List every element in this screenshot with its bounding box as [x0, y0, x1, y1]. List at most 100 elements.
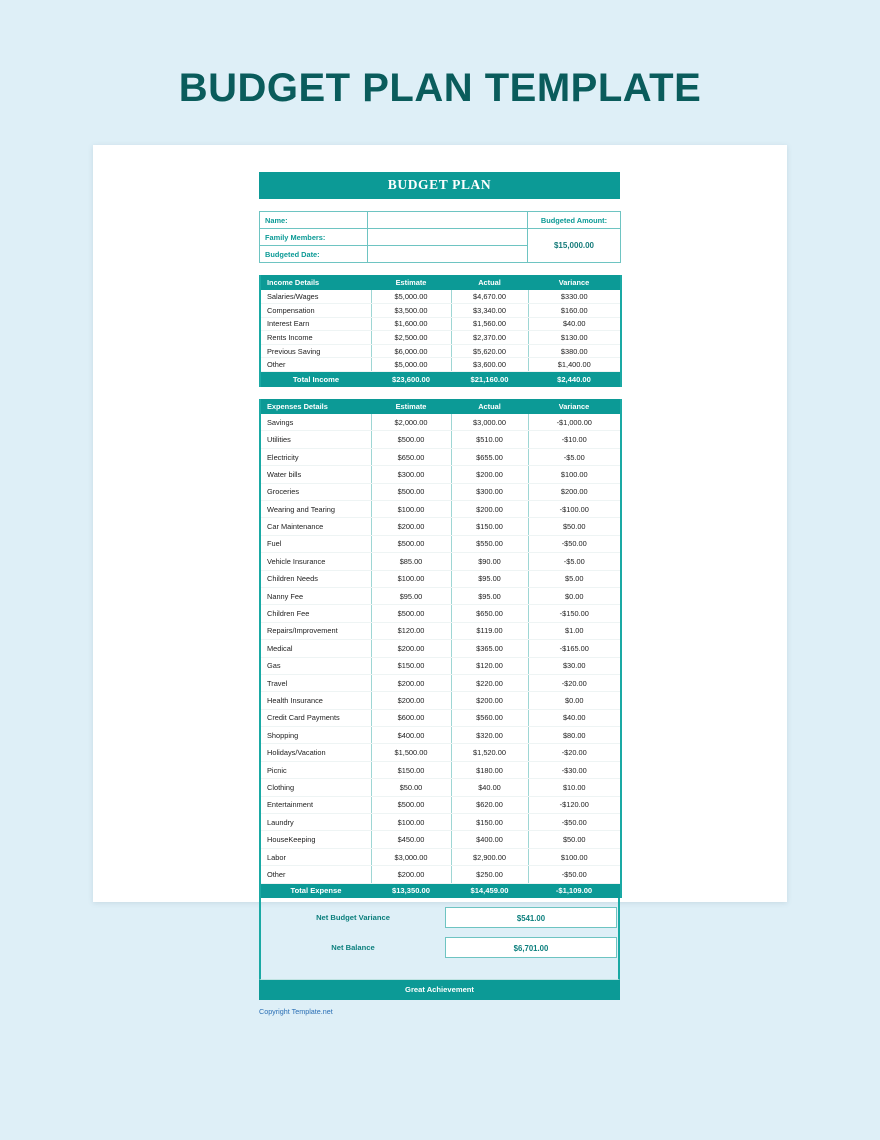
table-row: Labor $3,000.00 $2,900.00 $100.00 [260, 848, 621, 867]
income-rows: Salaries/Wages $5,000.00 $4,670.00 $330.00 C… [260, 290, 621, 373]
expense-cell-label: Groceries [260, 483, 372, 502]
expense-cell-label: Children Fee [260, 604, 372, 623]
info-row-family: Family Members: $15,000.00 [259, 228, 621, 263]
expense-cell-actual: $220.00 [451, 674, 529, 693]
expense-cell-variance: -$1,000.00 [528, 413, 621, 432]
income-total-estimate: $23,600.00 [371, 371, 451, 387]
expense-cell-variance: $100.00 [528, 848, 621, 867]
expense-cell-actual: $320.00 [451, 726, 529, 745]
expense-cell-label: Car Maintenance [260, 517, 372, 536]
expense-cell-label: Other [260, 865, 372, 884]
expense-cell-actual: $119.00 [451, 622, 529, 641]
income-cell-label: Previous Saving [260, 344, 372, 359]
net-balance-label: Net Balance [331, 943, 375, 953]
income-cell-estimate: $5,000.00 [371, 357, 452, 373]
expense-cell-variance: $40.00 [528, 709, 621, 728]
expense-cell-actual: $550.00 [451, 535, 529, 554]
expenses-header-row: Expenses Details Estimate Actual Varianc… [260, 398, 621, 414]
expense-cell-variance: $1.00 [528, 622, 621, 641]
expense-cell-label: Vehicle Insurance [260, 552, 372, 571]
income-cell-variance: $1,400.00 [528, 357, 621, 373]
net-variance-row: Net Budget Variance $541.00 [261, 907, 618, 929]
family-members-input[interactable] [367, 228, 528, 246]
expense-cell-actual: $120.00 [451, 657, 529, 675]
budgeted-amount-value[interactable]: $15,000.00 [527, 228, 621, 263]
expense-cell-actual: $40.00 [451, 778, 529, 797]
income-cell-actual: $3,600.00 [451, 357, 529, 373]
income-cell-label: Salaries/Wages [260, 290, 372, 305]
spacer-after-income [259, 387, 620, 399]
table-row: Utilities $500.00 $510.00 -$10.00 [260, 430, 621, 449]
expense-cell-estimate: $500.00 [371, 604, 452, 623]
expense-cell-variance: -$50.00 [528, 813, 621, 832]
income-cell-label: Rents Income [260, 330, 372, 345]
table-row: Salaries/Wages $5,000.00 $4,670.00 $330.00 [260, 290, 621, 305]
expense-cell-variance: -$20.00 [528, 743, 621, 762]
expenses-rows: Savings $2,000.00 $3,000.00 -$1,000.00 Utili… [260, 413, 621, 884]
expense-cell-estimate: $3,000.00 [371, 848, 452, 867]
expense-cell-label: Gas [260, 657, 372, 675]
expenses-total-estimate: $13,350.00 [371, 883, 451, 899]
expenses-total-label: Total Expense [260, 883, 371, 899]
expense-cell-estimate: $400.00 [371, 726, 452, 745]
table-row: Compensation $3,500.00 $3,340.00 $160.00 [260, 303, 621, 318]
expense-cell-estimate: $200.00 [371, 639, 452, 658]
table-row: Interest Earn $1,600.00 $1,560.00 $40.00 [260, 317, 621, 332]
expense-cell-label: Picnic [260, 761, 372, 780]
expense-cell-estimate: $500.00 [371, 535, 452, 554]
budgeted-amount-label: Budgeted Amount: [527, 211, 621, 229]
expense-cell-actual: $200.00 [451, 465, 529, 484]
expense-cell-estimate: $500.00 [371, 483, 452, 502]
expense-cell-actual: $655.00 [451, 448, 529, 467]
expense-cell-variance: -$50.00 [528, 535, 621, 554]
sheet-title: BUDGET PLAN [259, 172, 620, 199]
expense-cell-estimate: $95.00 [371, 587, 452, 606]
expense-cell-variance: $0.00 [528, 691, 621, 710]
expense-cell-estimate: $200.00 [371, 674, 452, 693]
table-row: Groceries $500.00 $300.00 $200.00 [260, 483, 621, 502]
expense-cell-estimate: $2,000.00 [371, 413, 452, 432]
expense-cell-estimate: $1,500.00 [371, 743, 452, 762]
expense-cell-variance: -$165.00 [528, 639, 621, 658]
copyright-link[interactable]: Copyright Template.net [259, 1007, 620, 1016]
expense-cell-estimate: $200.00 [371, 517, 452, 536]
expense-cell-variance: -$10.00 [528, 430, 621, 449]
expense-cell-estimate: $300.00 [371, 465, 452, 484]
family-members-label: Family Members: [259, 228, 368, 246]
expense-cell-label: Electricity [260, 448, 372, 467]
expenses-total-row: Total Expense $13,350.00 $14,459.00 -$1,… [260, 883, 621, 899]
expense-cell-actual: $650.00 [451, 604, 529, 623]
table-row: Picnic $150.00 $180.00 -$30.00 [260, 761, 621, 780]
net-variance-value[interactable]: $541.00 [445, 907, 617, 929]
expense-cell-label: Laundry [260, 813, 372, 832]
budgeted-date-label: Budgeted Date: [259, 245, 368, 263]
table-row: Credit Card Payments $600.00 $560.00 $40.00 [260, 709, 621, 728]
expense-cell-actual: $400.00 [451, 830, 529, 849]
net-variance-label: Net Budget Variance [316, 913, 390, 923]
expense-cell-actual: $2,900.00 [451, 848, 529, 867]
table-row: Entertainment $500.00 $620.00 -$120.00 [260, 796, 621, 815]
name-input[interactable] [367, 211, 528, 229]
income-header-row: Income Details Estimate Actual Variance [260, 275, 621, 290]
expense-cell-actual: $300.00 [451, 483, 529, 502]
expense-cell-estimate: $650.00 [371, 448, 452, 467]
name-label: Name: [259, 211, 368, 229]
info-row-name: Name: Budgeted Amount: [259, 211, 621, 229]
page-title: BUDGET PLAN TEMPLATE [178, 66, 702, 110]
expense-cell-actual: $510.00 [451, 430, 529, 449]
budgeted-date-input[interactable] [367, 245, 528, 263]
table-row: Vehicle Insurance $85.00 $90.00 -$5.00 [260, 552, 621, 571]
table-row: Car Maintenance $200.00 $150.00 $50.00 [260, 517, 621, 536]
income-cell-label: Interest Earn [260, 317, 372, 332]
income-cell-actual: $3,340.00 [451, 303, 529, 318]
expense-cell-actual: $180.00 [451, 761, 529, 780]
expense-cell-actual: $95.00 [451, 570, 529, 588]
expense-cell-actual: $250.00 [451, 865, 529, 884]
expense-cell-variance: -$5.00 [528, 552, 621, 571]
expense-cell-estimate: $100.00 [371, 500, 452, 519]
net-balance-value[interactable]: $6,701.00 [445, 937, 617, 959]
table-row: Water bills $300.00 $200.00 $100.00 [260, 465, 621, 484]
table-row: Clothing $50.00 $40.00 $10.00 [260, 778, 621, 797]
income-table: Income Details Estimate Actual Variance … [259, 275, 622, 387]
table-row: Children Fee $500.00 $650.00 -$150.00 [260, 604, 621, 623]
